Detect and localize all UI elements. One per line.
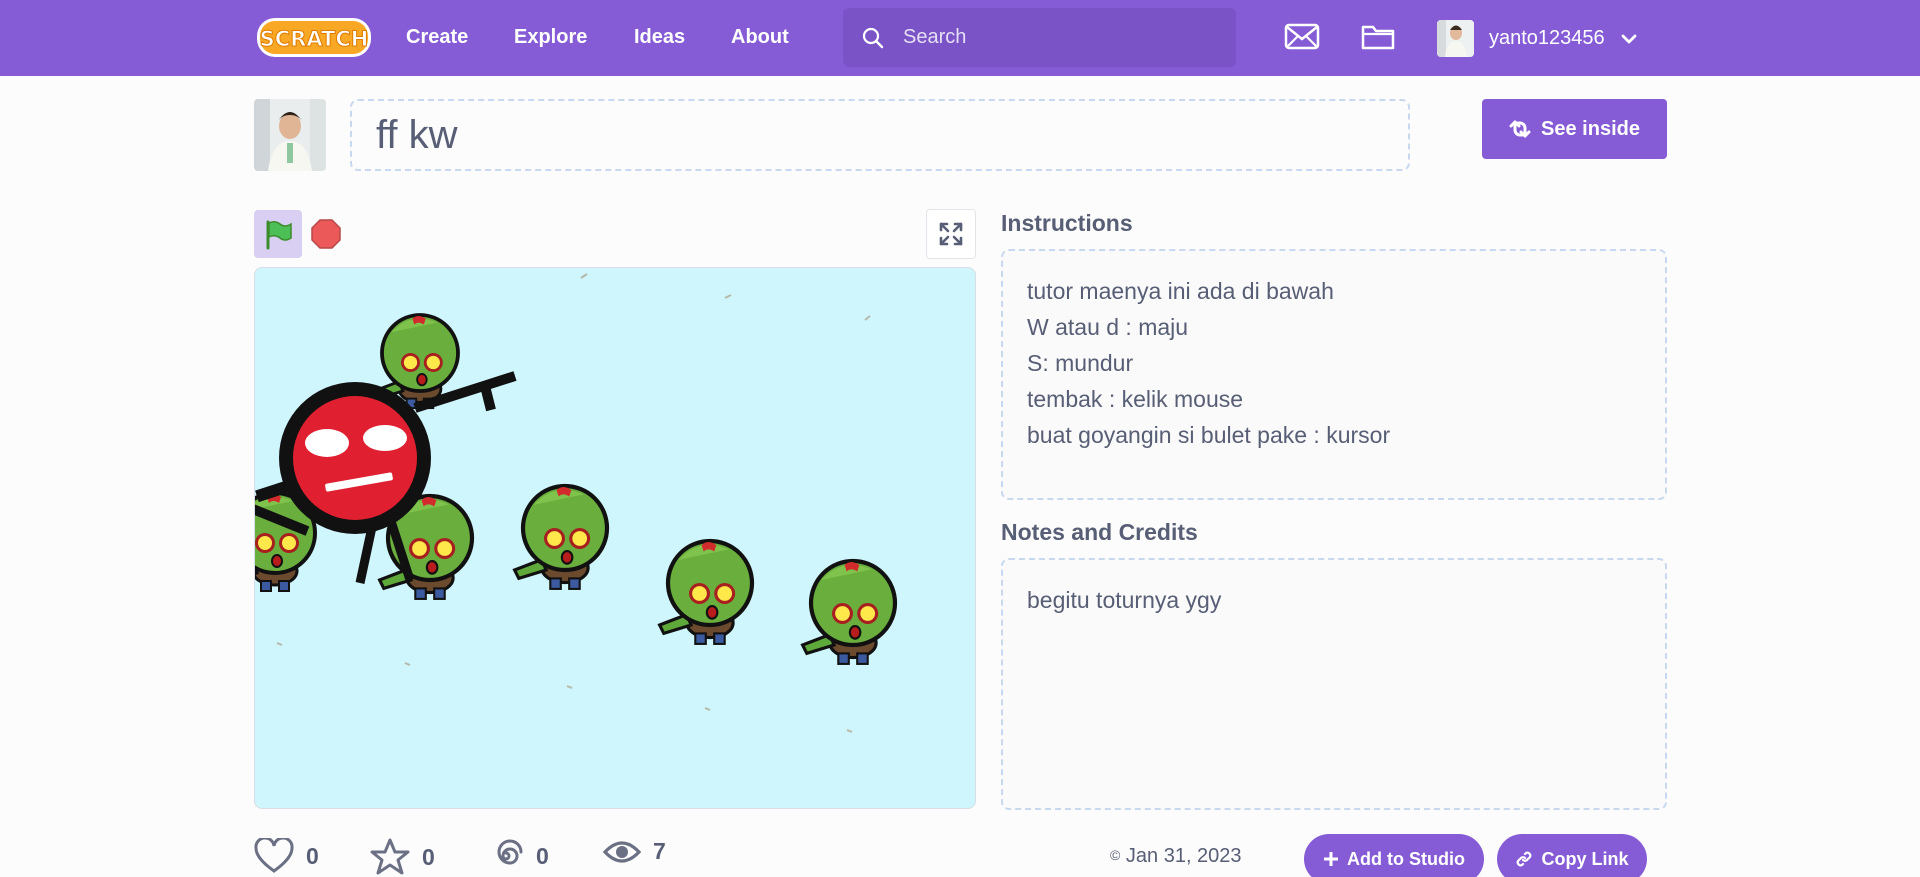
remix-stat: 0 [488,838,549,874]
copy-link-button[interactable]: Copy Link [1497,834,1647,877]
top-nav: SCRATCH Create Explore Ideas About yanto… [0,0,1920,76]
favorite-count: 0 [422,843,435,870]
instructions-line: S: mundur [1027,350,1134,376]
star-icon [370,838,410,875]
project-author-avatar[interactable] [254,99,326,171]
search-box[interactable] [843,8,1236,67]
eye-icon [603,840,641,863]
see-inside-label: See inside [1541,117,1640,140]
stop-sign-icon[interactable] [310,218,342,250]
username[interactable]: yanto123456 [1489,27,1605,50]
stage-canvas [255,273,976,733]
nav-about[interactable]: About [731,26,789,49]
view-stat: 7 [603,838,666,865]
copy-link-label: Copy Link [1541,848,1629,869]
scratch-logo[interactable]: SCRATCH [256,16,372,59]
search-input[interactable] [903,18,1223,56]
green-flag-button[interactable] [254,210,302,258]
my-stuff-folder-icon[interactable] [1360,22,1396,52]
instructions-line: tembak : kelik mouse [1027,386,1244,412]
notes-text: begitu toturnya ygy [1027,587,1222,613]
love-count: 0 [306,842,319,869]
link-icon [1517,851,1532,867]
project-title-field[interactable]: ff kw [350,99,1410,171]
notes-heading: Notes and Credits [1001,519,1198,545]
love-stat[interactable]: 0 [254,838,319,874]
logo-text: SCRATCH [260,27,369,51]
remix-count: 0 [536,842,549,869]
search-icon [862,27,884,49]
project-stage[interactable] [254,267,976,809]
instructions-line: tutor maenya ini ada di bawah [1027,278,1334,304]
share-date: © Jan 31, 2023 [1110,845,1242,868]
nav-create[interactable]: Create [406,26,468,49]
instructions-heading: Instructions [1001,210,1133,236]
view-count: 7 [653,838,666,864]
green-flag-icon [266,220,292,250]
remix-arrows-icon [1509,120,1531,138]
messages-icon[interactable] [1284,22,1320,52]
notes-text-box[interactable]: begitu toturnya ygy [1001,558,1667,810]
user-avatar[interactable] [1437,20,1474,57]
share-date-text: Jan 31, 2023 [1125,845,1242,867]
instructions-line: W atau d : maju [1027,314,1189,340]
plus-icon [1324,852,1339,866]
heart-icon [254,838,294,873]
see-inside-button[interactable]: See inside [1482,99,1667,159]
nav-explore[interactable]: Explore [514,26,587,49]
fullscreen-icon [939,222,963,246]
fullscreen-button[interactable] [926,209,976,259]
date-icon: © [1110,847,1121,863]
add-to-studio-label: Add to Studio [1347,848,1465,869]
favorite-stat[interactable]: 0 [370,838,435,876]
add-to-studio-button[interactable]: Add to Studio [1304,834,1484,877]
instructions-text-box[interactable]: tutor maenya ini ada di bawah W atau d :… [1001,249,1667,500]
chevron-down-icon[interactable] [1620,30,1638,48]
remix-swirl-icon [497,839,523,865]
instructions-line: buat goyangin si bulet pake : kursor [1027,422,1391,448]
nav-ideas[interactable]: Ideas [634,26,685,49]
